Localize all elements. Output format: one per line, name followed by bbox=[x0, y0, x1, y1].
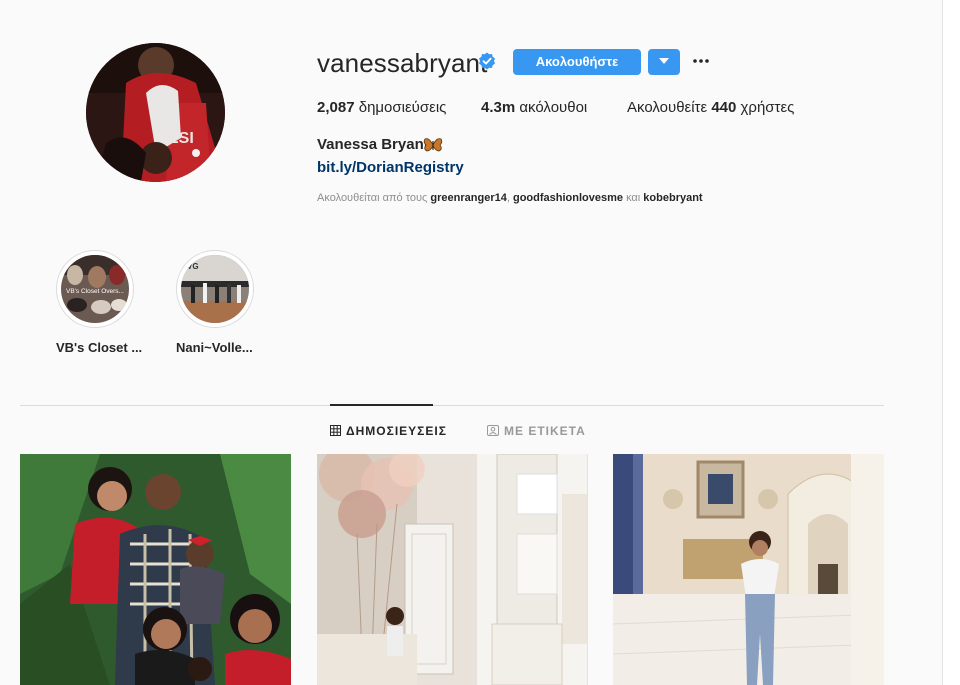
followed-by-prefix: Ακολουθείται από τους bbox=[317, 192, 428, 204]
grid-icon bbox=[330, 425, 341, 436]
follow-button[interactable]: Ακολουθήστε bbox=[513, 49, 641, 75]
active-tab-indicator bbox=[330, 404, 433, 406]
posts-label: δημοσιεύσεις bbox=[358, 99, 447, 116]
highlight-label: VB's Closet ... bbox=[56, 340, 143, 355]
profile-username: vanessabryant bbox=[317, 48, 488, 78]
followed-by-user[interactable]: goodfashionlovesme bbox=[513, 192, 623, 204]
more-options-icon[interactable] bbox=[690, 52, 712, 70]
story-highlight[interactable]: VB's Closet Overs... bbox=[56, 250, 134, 328]
followers-count: 4.3m bbox=[481, 99, 516, 116]
bio-link[interactable]: bit.ly/DorianRegistry bbox=[317, 159, 464, 176]
highlight-cover: VB's Closet Overs... bbox=[61, 255, 129, 323]
followed-by-user[interactable]: kobebryant bbox=[643, 192, 702, 204]
post-thumbnail[interactable] bbox=[613, 454, 884, 685]
following-stat[interactable]: Ακολουθείτε 440 χρήστες bbox=[627, 99, 794, 116]
followed-by-separator: , bbox=[506, 192, 510, 204]
followed-by-user[interactable]: greenranger14 bbox=[430, 192, 506, 204]
tag-icon bbox=[487, 425, 499, 436]
posts-count-stat: 2,087 δημοσιεύσεις bbox=[317, 99, 446, 116]
profile-avatar[interactable]: ESI bbox=[86, 43, 225, 182]
followers-stat[interactable]: 4.3m ακόλουθοι bbox=[481, 99, 587, 116]
tabs-divider bbox=[20, 405, 884, 406]
highlight-overlay-text: VG bbox=[187, 262, 199, 271]
post-thumbnail[interactable] bbox=[20, 454, 291, 685]
highlight-cover: VG bbox=[181, 255, 249, 323]
caret-down-icon bbox=[659, 58, 669, 64]
tab-tagged-label: ΜΕ ΕΤΙΚΕΤΑ bbox=[504, 424, 586, 438]
post-thumbnail[interactable] bbox=[317, 454, 588, 685]
followed-by-line: Ακολουθείται από τους greenranger14, goo… bbox=[317, 192, 703, 204]
tab-posts-label: ΔΗΜΟΣΙΕΥΣΕΙΣ bbox=[346, 424, 447, 438]
following-count: 440 bbox=[711, 99, 737, 116]
scrollbar-track[interactable] bbox=[942, 0, 960, 685]
profile-full-name: Vanessa Bryant bbox=[317, 136, 429, 153]
highlight-label: Nani~Volle... bbox=[176, 340, 253, 355]
story-highlight[interactable]: VG bbox=[176, 250, 254, 328]
butterfly-emoji-icon bbox=[423, 136, 443, 154]
suggested-dropdown-button[interactable] bbox=[648, 49, 680, 75]
following-suffix: χρήστες bbox=[740, 99, 795, 116]
followers-label: ακόλουθοι bbox=[519, 99, 588, 116]
followed-by-and: και bbox=[626, 192, 641, 204]
verified-badge-icon bbox=[478, 52, 496, 70]
tab-tagged[interactable]: ΜΕ ΕΤΙΚΕΤΑ bbox=[487, 424, 586, 438]
tab-posts[interactable]: ΔΗΜΟΣΙΕΥΣΕΙΣ bbox=[330, 424, 447, 438]
highlight-overlay-text: VB's Closet Overs... bbox=[66, 288, 124, 295]
posts-count: 2,087 bbox=[317, 99, 355, 116]
following-prefix: Ακολουθείτε bbox=[627, 99, 708, 116]
